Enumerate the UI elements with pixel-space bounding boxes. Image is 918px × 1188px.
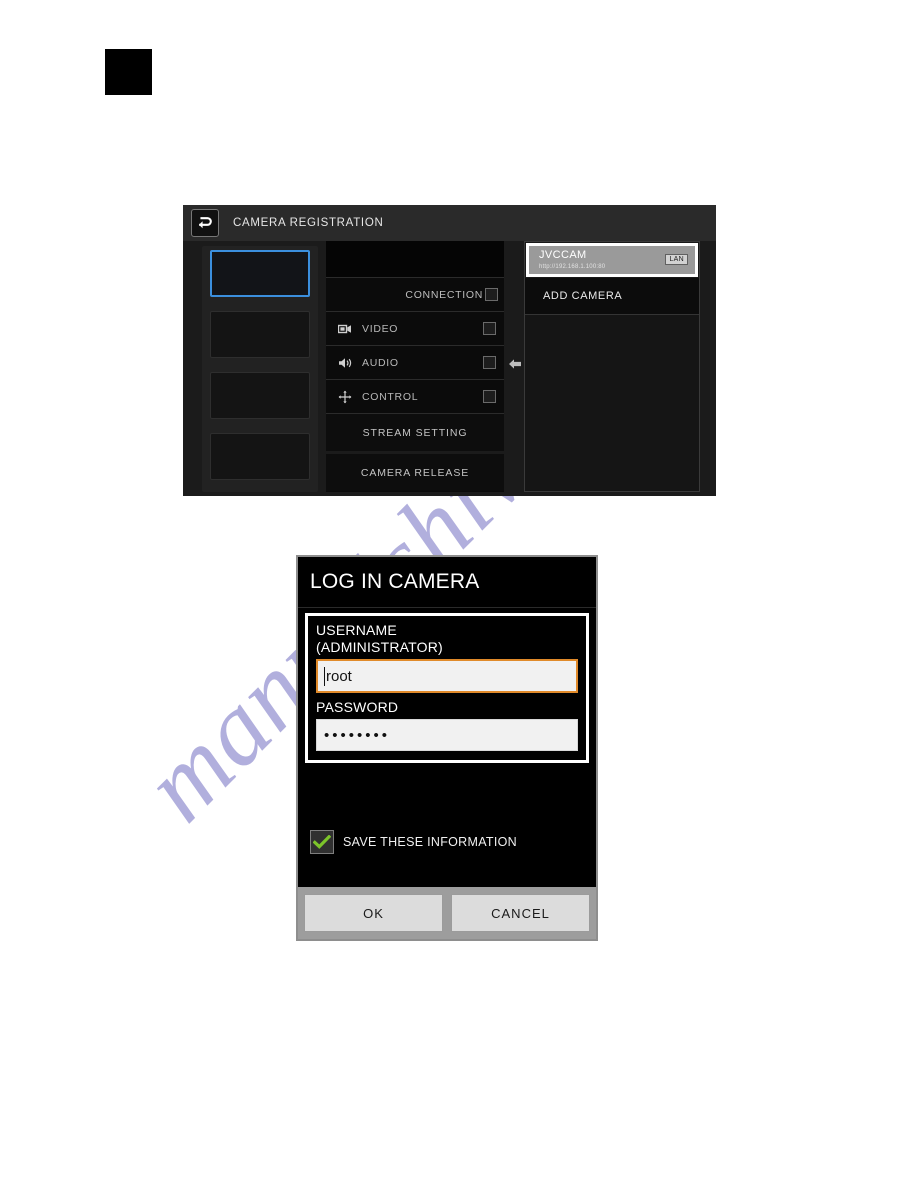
ok-button[interactable]: OK <box>304 894 443 932</box>
password-value: •••••••• <box>324 726 391 744</box>
settings-panel-spacer <box>326 241 504 278</box>
password-label: PASSWORD <box>316 699 399 716</box>
settings-row-control-checkbox[interactable] <box>483 390 496 403</box>
settings-row-video-label: VIDEO <box>362 322 399 335</box>
camera-registration-screen: CAMERA REGISTRATION CONNECTION VIDEO AUD… <box>183 205 716 496</box>
page-corner-block <box>105 49 152 95</box>
camera-name-label: JVCCAM <box>539 249 587 262</box>
camera-list-item-jvccam[interactable]: JVCCAM http://192.168.1.100:80 LAN <box>526 243 698 277</box>
settings-row-video[interactable]: VIDEO <box>326 312 504 346</box>
settings-row-video-checkbox[interactable] <box>483 322 496 335</box>
check-icon <box>313 834 331 849</box>
camera-list-panel: JVCCAM http://192.168.1.100:80 LAN ADD C… <box>524 241 700 492</box>
settings-row-audio[interactable]: AUDIO <box>326 346 504 380</box>
camera-thumbnail-slot-3[interactable] <box>210 372 310 419</box>
settings-row-audio-label: AUDIO <box>362 356 399 369</box>
control-icon <box>334 390 356 404</box>
add-camera-button[interactable]: ADD CAMERA <box>525 278 699 315</box>
save-information-label: SAVE THESE INFORMATION <box>343 835 517 849</box>
username-label: USERNAME (ADMINISTRATOR) <box>316 622 578 656</box>
settings-row-connection-label: CONNECTION <box>405 288 483 301</box>
camera-thumbnail-slot-1[interactable] <box>210 250 310 297</box>
camera-thumbnail-slot-4[interactable] <box>210 433 310 480</box>
cancel-button[interactable]: CANCEL <box>451 894 590 932</box>
camera-thumbnail-column <box>202 246 318 492</box>
dialog-button-bar: OK CANCEL <box>298 887 596 939</box>
password-input[interactable]: •••••••• <box>316 719 578 752</box>
audio-icon <box>334 357 356 369</box>
registration-header: CAMERA REGISTRATION <box>183 205 716 241</box>
login-camera-dialog: LOG IN CAMERA USERNAME (ADMINISTRATOR) r… <box>296 555 598 941</box>
settings-row-audio-checkbox[interactable] <box>483 356 496 369</box>
text-caret <box>324 666 325 686</box>
page-title: CAMERA REGISTRATION <box>233 217 384 229</box>
settings-row-control-label: CONTROL <box>362 390 419 403</box>
video-icon <box>334 324 356 334</box>
settings-row-connection[interactable]: CONNECTION <box>326 278 504 312</box>
camera-list-empty-area <box>525 315 699 491</box>
username-label-line2: (ADMINISTRATOR) <box>316 639 443 656</box>
camera-release-button[interactable]: CAMERA RELEASE <box>326 454 504 491</box>
stream-setting-button[interactable]: STREAM SETTING <box>326 414 504 454</box>
lan-badge: LAN <box>665 254 688 265</box>
camera-url-label: http://192.168.1.100:80 <box>539 263 606 270</box>
camera-thumbnail-slot-2[interactable] <box>210 311 310 358</box>
settings-row-connection-checkbox[interactable] <box>485 288 498 301</box>
credentials-group: USERNAME (ADMINISTRATOR) root PASSWORD •… <box>305 613 589 764</box>
save-information-row[interactable]: SAVE THESE INFORMATION <box>310 830 517 854</box>
username-label-line1: USERNAME <box>316 622 397 638</box>
username-value: root <box>326 667 352 685</box>
left-arrow-icon <box>508 357 522 371</box>
dialog-title: LOG IN CAMERA <box>298 557 596 608</box>
username-input[interactable]: root <box>316 659 578 694</box>
back-button[interactable] <box>191 209 219 237</box>
back-arrow-icon <box>197 216 213 230</box>
settings-row-control[interactable]: CONTROL <box>326 380 504 414</box>
camera-settings-panel: CONNECTION VIDEO AUDIO CONTROL STREAM SE… <box>326 241 504 492</box>
save-information-checkbox[interactable] <box>310 830 334 854</box>
